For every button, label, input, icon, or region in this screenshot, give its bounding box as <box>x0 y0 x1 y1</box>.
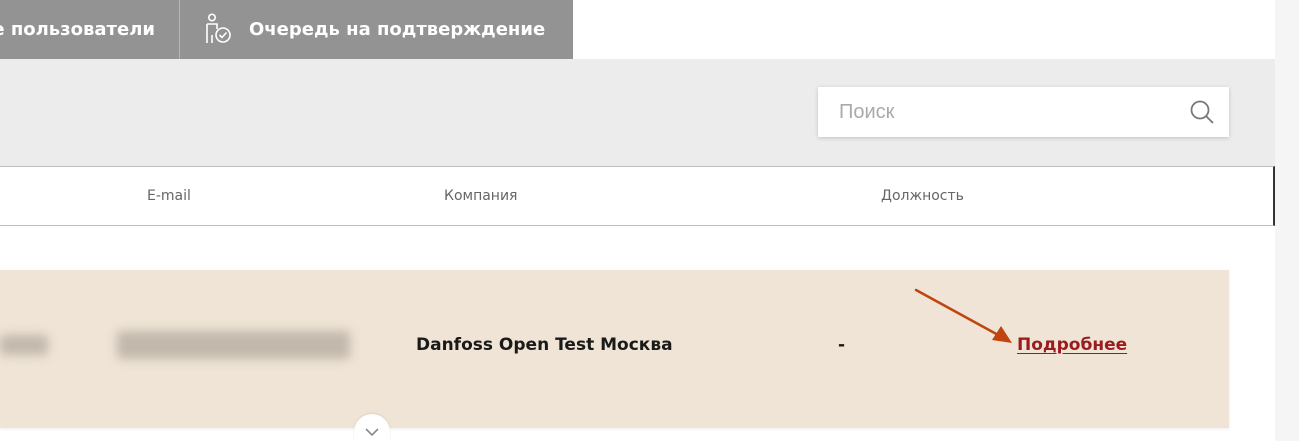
redacted-name <box>0 335 48 355</box>
redacted-email <box>117 331 350 359</box>
tab-approval-queue[interactable]: Очередь на подтверждение <box>180 0 573 59</box>
column-header-position[interactable]: Должность <box>881 188 964 204</box>
main-panel: е пользователи Очередь на подтверждение <box>0 0 1275 441</box>
cell-company: Danfoss Open Test Москва <box>416 335 673 355</box>
tab-bar: е пользователи Очередь на подтверждение <box>0 0 573 59</box>
search-icon[interactable] <box>1189 99 1215 125</box>
table-header: E-mail Компания Должность <box>0 166 1275 226</box>
column-header-email[interactable]: E-mail <box>147 188 191 204</box>
toolbar <box>0 59 1275 166</box>
page-gutter <box>1275 0 1299 441</box>
details-link[interactable]: Подробнее <box>1017 335 1127 355</box>
cell-position: - <box>838 335 846 355</box>
annotation-arrow <box>914 288 1012 343</box>
tab-approval-queue-label: Очередь на подтверждение <box>249 19 546 40</box>
chevron-down-icon <box>364 422 380 441</box>
person-check-icon <box>203 12 233 47</box>
search-box <box>818 87 1229 137</box>
tab-users[interactable]: е пользователи <box>0 0 180 59</box>
column-header-company[interactable]: Компания <box>444 188 517 204</box>
tab-users-label: е пользователи <box>0 19 155 40</box>
table-row: Danfoss Open Test Москва - Подробнее <box>0 270 1229 428</box>
search-input[interactable] <box>818 88 1168 136</box>
